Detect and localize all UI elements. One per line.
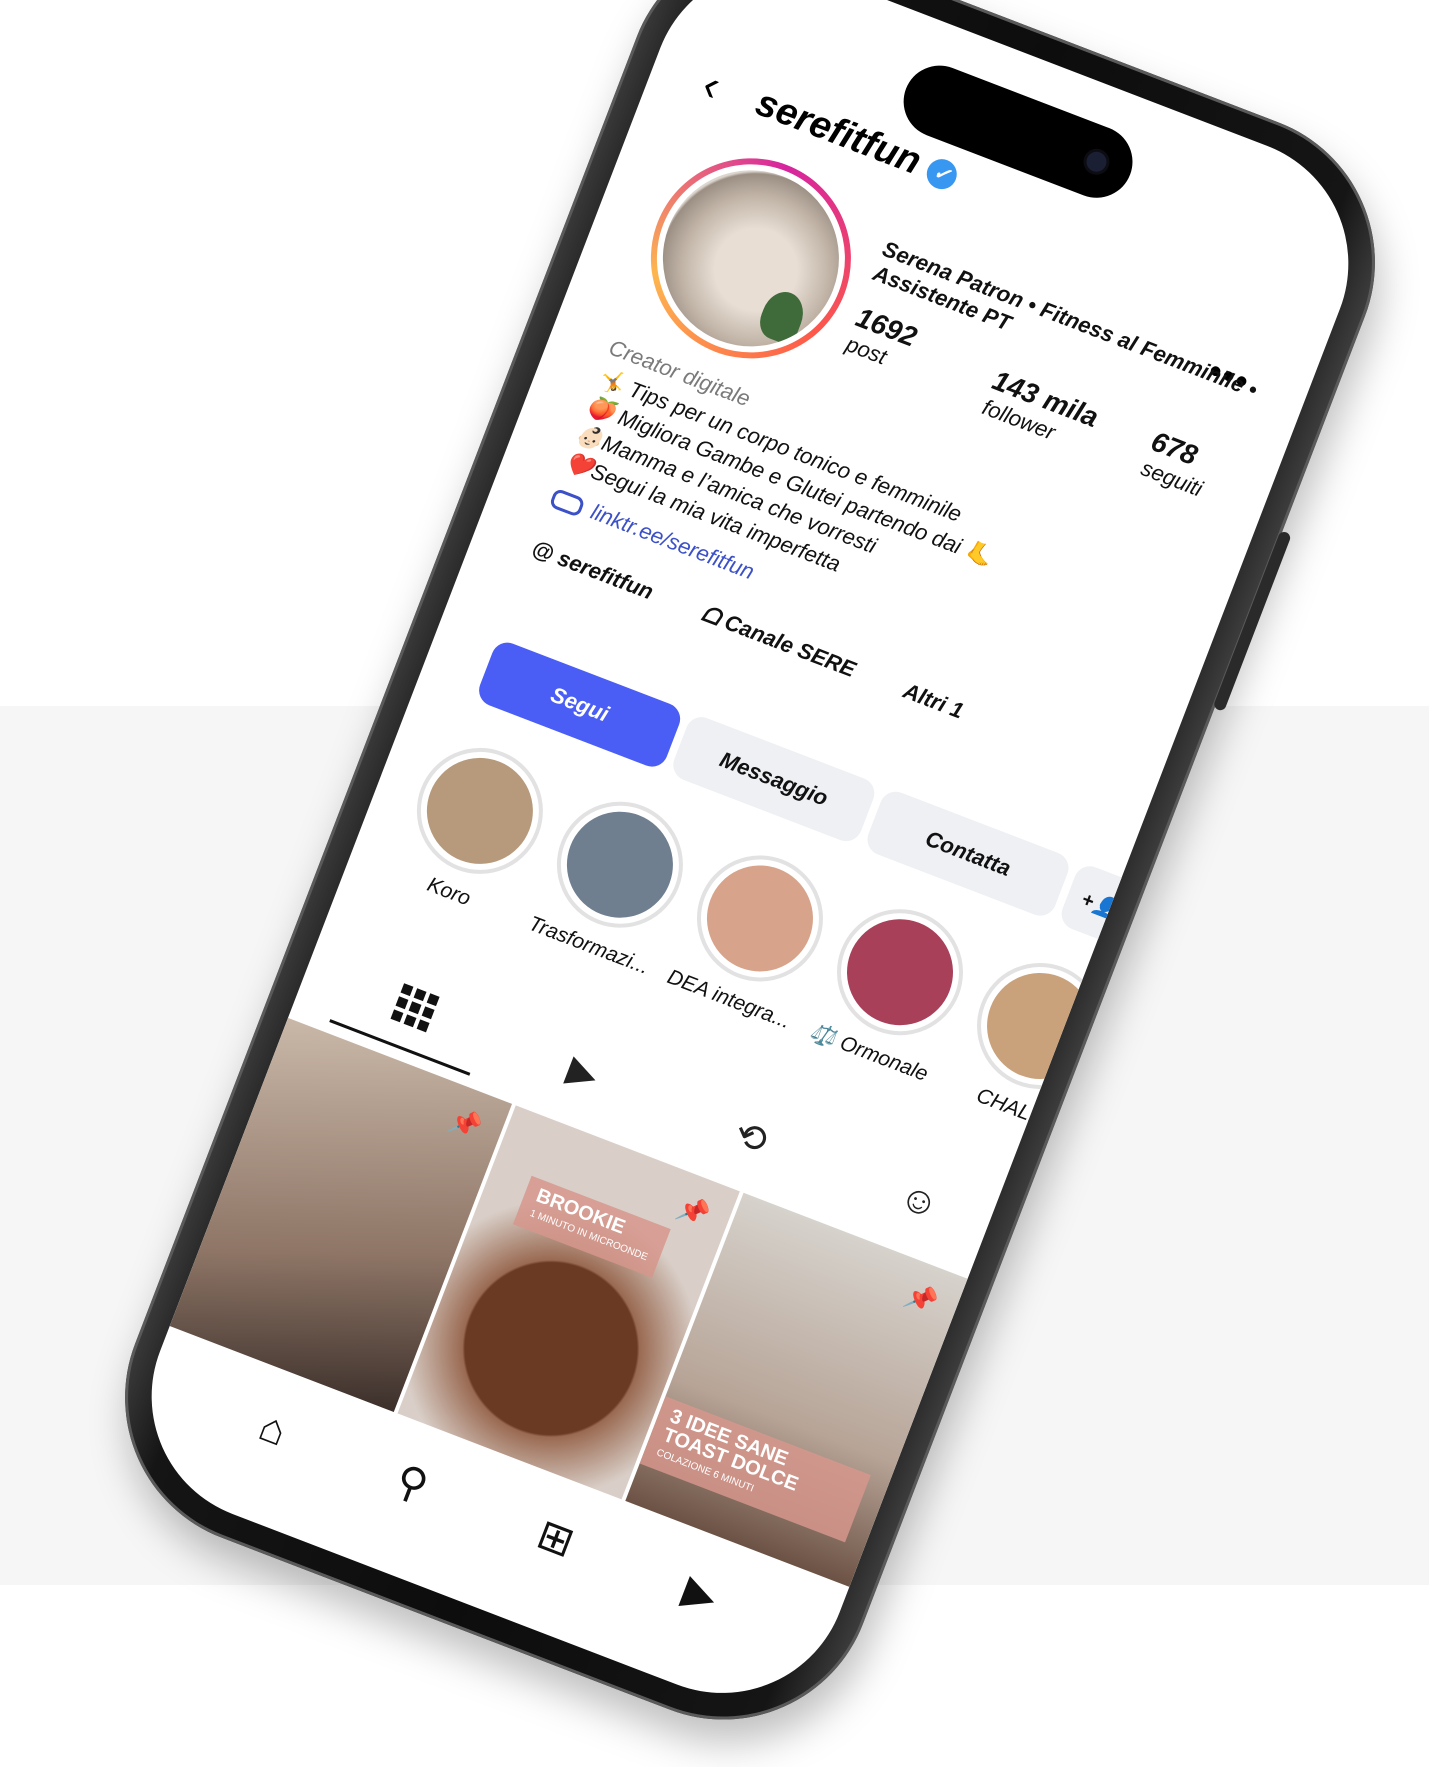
link-icon [548,487,586,518]
contact-button[interactable]: Contatta [862,787,1074,921]
channel-chip[interactable]: ᗝ Canale SERE [698,600,881,690]
highlight-item[interactable]: Koro [384,729,563,927]
stat-following[interactable]: 678 seguiti [1137,425,1217,502]
search-icon[interactable]: ⚲ [389,1454,435,1511]
pin-icon: 📌 [445,1103,487,1144]
tile-caption: BROOKIE 1 MINUTO IN MICROONDE [512,1175,672,1278]
tagged-icon[interactable]: ☺ [876,1161,963,1242]
reels-icon[interactable]: ▶ [540,1032,627,1113]
repost-icon[interactable]: ⟲ [708,1096,795,1177]
grid-icon[interactable] [372,967,459,1048]
more-chip[interactable]: Altri 1 [900,678,967,724]
home-icon[interactable]: ⌂ [252,1402,294,1456]
verified-badge-icon: ✓ [922,154,962,194]
highlight-cover [691,849,829,987]
tile-caption: 3 IDEE SANE TOAST DOLCE COLAZIONE 6 MINUT… [639,1396,871,1543]
highlight-item[interactable]: Trasformazi... [524,783,703,981]
create-icon[interactable]: ⊞ [531,1509,581,1567]
highlight-item[interactable]: DEA integra... [664,836,843,1034]
pin-icon: 📌 [673,1191,714,1231]
back-chevron-icon[interactable]: ‹ [696,60,727,112]
follow-button[interactable]: Segui [474,637,685,772]
stat-posts[interactable]: 1692 post [842,301,922,377]
reels-nav-icon[interactable]: ▶ [677,1565,725,1622]
stat-followers[interactable]: 143 mila follower [979,364,1103,458]
message-button[interactable]: Messaggio [668,712,879,846]
highlight-cover [551,796,689,934]
profile-avatar[interactable] [621,129,881,388]
highlight-item[interactable]: ⚖️ Ormonale [804,890,983,1088]
highlight-cover [411,742,549,880]
pin-icon: 📌 [900,1278,942,1319]
highlight-cover [831,903,969,1041]
camera-icon [1083,148,1110,175]
